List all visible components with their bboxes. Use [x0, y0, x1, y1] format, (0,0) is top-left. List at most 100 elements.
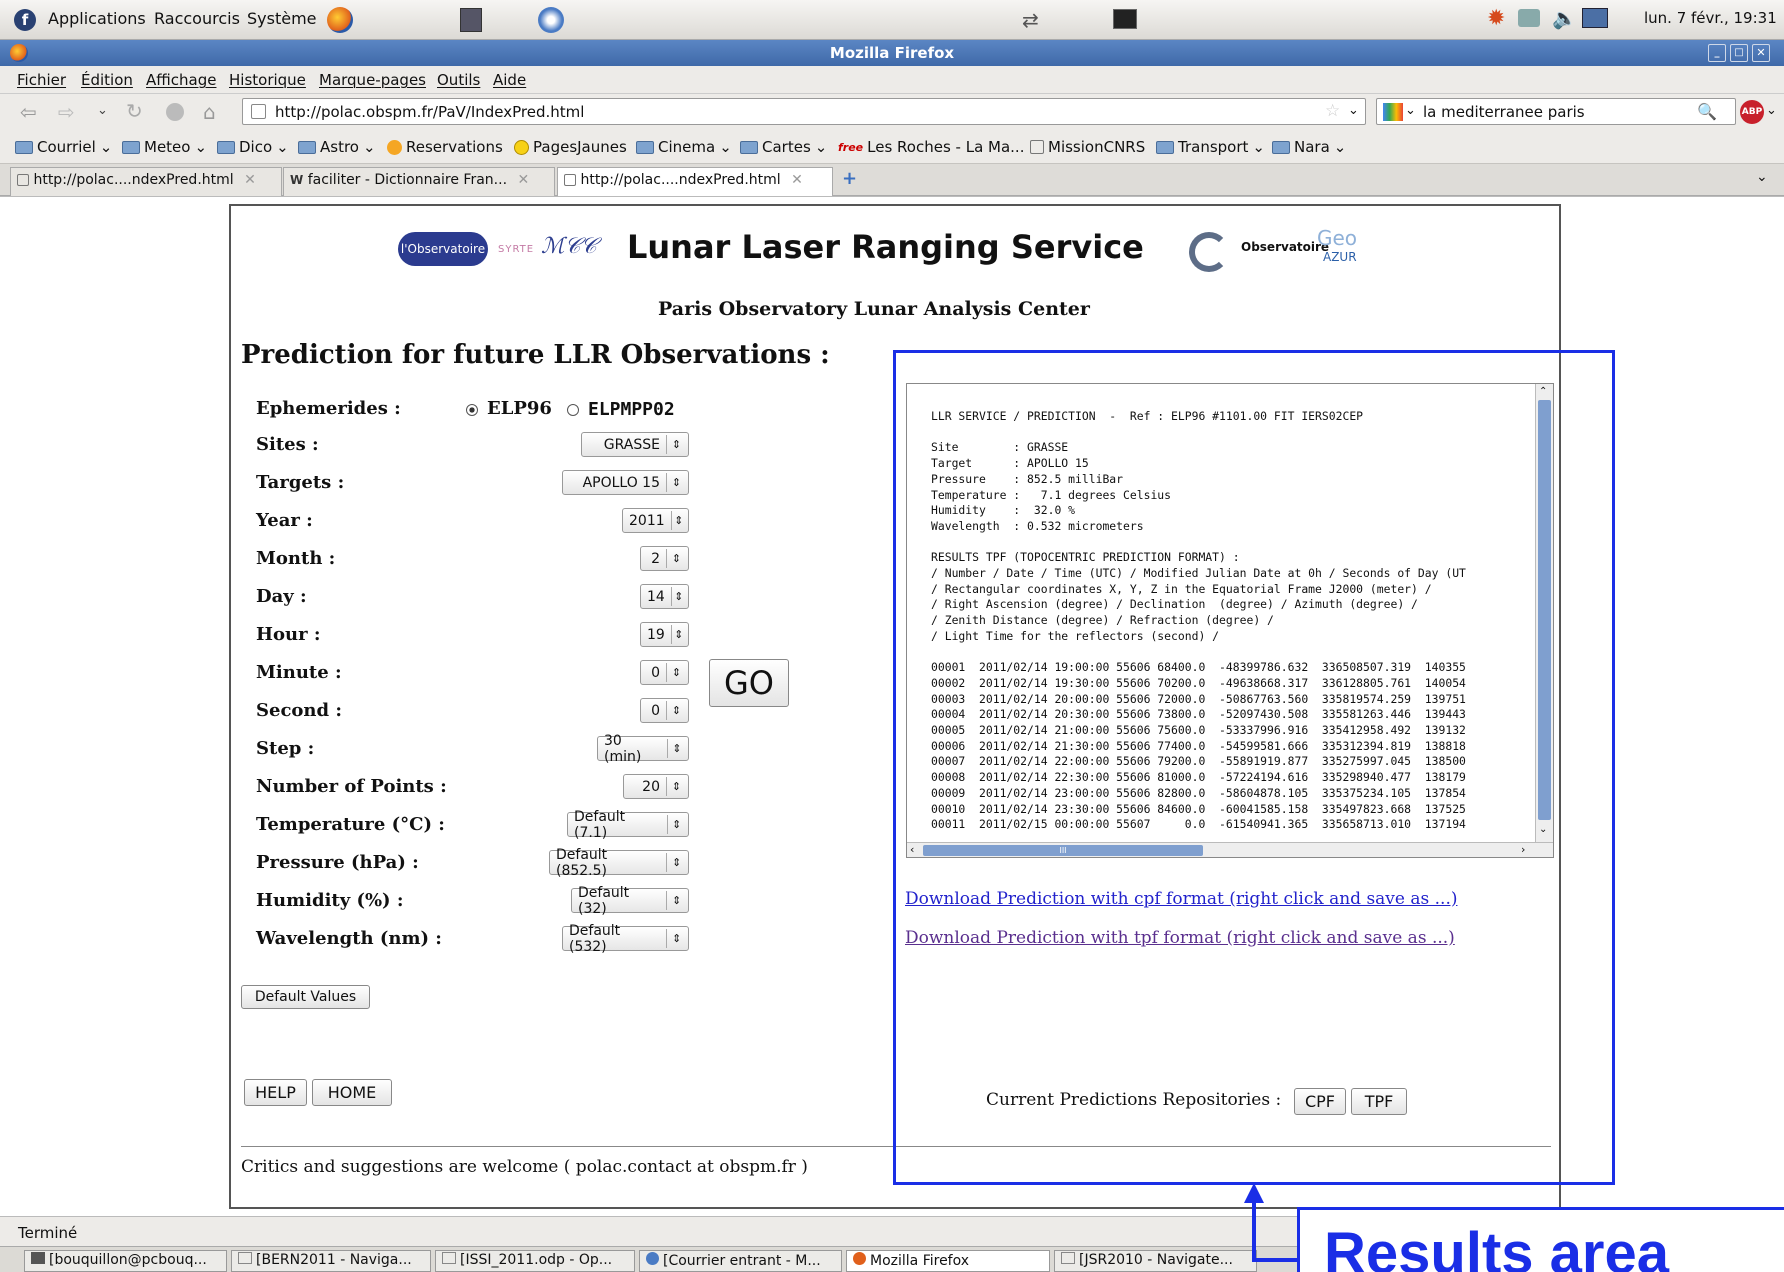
minimize-button[interactable]: _ [1708, 44, 1726, 62]
bookmark-label: Nara [1294, 138, 1330, 156]
day-select[interactable]: 14 ⇕ [640, 584, 689, 609]
default-values-button[interactable]: Default Values [241, 985, 370, 1009]
radio-elpmpp02[interactable] [567, 404, 579, 416]
menu-marque-pages[interactable]: Marque-pages [319, 71, 426, 89]
menu-fichier[interactable]: Fichier [17, 71, 66, 89]
wavelength-select[interactable]: Default (532) ⇕ [562, 923, 689, 955]
close-tab-icon[interactable]: ✕ [791, 172, 803, 188]
back-icon[interactable]: ⇦ [20, 100, 37, 124]
menu-edition[interactable]: Édition [81, 71, 133, 89]
go-button[interactable]: GO [709, 659, 789, 707]
home-button[interactable]: HOME [312, 1079, 392, 1106]
maximize-button[interactable]: □ [1730, 44, 1748, 62]
select-value: 20 [642, 778, 660, 795]
menu-historique[interactable]: Historique [229, 71, 306, 89]
bookmark-les-roches[interactable]: free Les Roches - La Ma... [838, 138, 1024, 156]
systeme-menu[interactable]: Système [247, 9, 317, 28]
step-label: Step : [256, 738, 315, 759]
home-icon[interactable]: ⌂ [203, 100, 216, 124]
calculator-icon[interactable] [460, 8, 482, 32]
targets-select[interactable]: APOLLO 15 ⇕ [562, 470, 689, 495]
tab-polac-2[interactable]: http://polac....ndexPred.html ✕ [557, 167, 833, 196]
adblock-icon[interactable]: ABP [1740, 100, 1764, 124]
applications-menu[interactable]: Applications [48, 9, 146, 28]
search-bar[interactable]: ⌄ la mediterranee paris 🔍 [1376, 98, 1736, 125]
tab-polac-1[interactable]: http://polac....ndexPred.html ✕ [10, 167, 282, 196]
chevron-down-icon: ⌄ [362, 138, 376, 156]
close-button[interactable]: ✕ [1752, 44, 1770, 62]
select-value: Default (7.1) [574, 808, 626, 841]
select-value: 19 [647, 626, 665, 643]
bookmark-missioncnrs[interactable]: MissionCNRS [1030, 138, 1145, 156]
free-icon: free [838, 140, 864, 154]
history-dropdown-icon[interactable]: ⌄ [97, 103, 108, 118]
bookmark-meteo[interactable]: Meteo ⌄ [122, 138, 207, 156]
new-tab-icon[interactable]: + [842, 168, 857, 189]
temperature-select[interactable]: Default (7.1) ⇕ [567, 809, 689, 841]
humidity-label: Humidity (%) : [256, 890, 404, 911]
stop-icon[interactable] [166, 103, 184, 121]
close-tab-icon[interactable]: ✕ [517, 172, 529, 188]
tab-bar: http://polac....ndexPred.html ✕ W facili… [0, 164, 1784, 196]
taskbar-courrier[interactable]: [Courrier entrant - M... [639, 1250, 842, 1272]
url-bar[interactable]: http://polac.obspm.fr/PaV/IndexPred.html… [242, 98, 1366, 125]
close-tab-icon[interactable]: ✕ [244, 172, 256, 188]
reload-icon[interactable]: ↻ [126, 99, 143, 123]
help-button[interactable]: HELP [244, 1079, 307, 1106]
sites-select[interactable]: GRASSE ⇕ [581, 432, 689, 457]
select-value: Default (532) [569, 922, 621, 955]
network-icon[interactable] [1518, 9, 1540, 27]
menu-aide[interactable]: Aide [493, 71, 526, 89]
taskbar-issi2011[interactable]: [ISSI_2011.odp - Op... [435, 1250, 635, 1272]
display-icon[interactable] [1582, 8, 1608, 28]
year-select[interactable]: 2011 ⇕ [622, 508, 689, 533]
forward-icon[interactable]: ⇨ [58, 100, 75, 124]
hour-select[interactable]: 19 ⇕ [640, 622, 689, 647]
help-label: HELP [255, 1083, 296, 1102]
taskbar-firefox[interactable]: Mozilla Firefox [846, 1250, 1050, 1272]
fedora-icon[interactable]: f [14, 9, 36, 31]
pressure-select[interactable]: Default (852.5) ⇕ [549, 847, 689, 879]
step-select[interactable]: 30 (min) ⇕ [597, 733, 689, 765]
bookmark-reservations[interactable]: Reservations [387, 138, 503, 156]
bookmark-cinema[interactable]: Cinema ⌄ [636, 138, 732, 156]
update-notifier-icon[interactable]: ✹ [1487, 6, 1505, 31]
google-icon[interactable] [1383, 103, 1403, 121]
network-sync-icon[interactable]: ⇄ [1022, 8, 1039, 32]
menu-affichage[interactable]: Affichage [146, 71, 216, 89]
terminal-icon[interactable] [1113, 9, 1137, 29]
bookmark-courriel[interactable]: Courriel ⌄ [15, 138, 112, 156]
bookmark-astro[interactable]: Astro ⌄ [298, 138, 376, 156]
clock[interactable]: lun. 7 févr., 19:31 [1644, 9, 1777, 27]
taskbar-terminal[interactable]: [bouquillon@pcbouq... [24, 1250, 227, 1272]
raccourcis-menu[interactable]: Raccourcis [154, 9, 240, 28]
minute-select[interactable]: 0 ⇕ [640, 660, 689, 685]
bookmark-pagesjaunes[interactable]: PagesJaunes [514, 138, 627, 156]
volume-icon[interactable]: 🔈 [1552, 6, 1577, 30]
thunderbird-icon[interactable] [538, 7, 564, 33]
bookmark-transport[interactable]: Transport ⌄ [1156, 138, 1265, 156]
tab-list-icon[interactable]: ⌄ [1756, 169, 1768, 185]
url-dropdown-icon[interactable]: ⌄ [1348, 103, 1359, 118]
tab-faciliter[interactable]: W faciliter - Dictionnaire Fran... ✕ [283, 167, 555, 196]
bookmark-star-icon[interactable]: ☆ [1325, 101, 1340, 121]
taskbar-jsr2010[interactable]: [JSR2010 - Navigate... [1054, 1250, 1257, 1272]
menu-outils[interactable]: Outils [437, 71, 480, 89]
adblock-dropdown-icon[interactable]: ⌄ [1766, 103, 1777, 118]
page-favicon-icon [251, 104, 266, 119]
month-select[interactable]: 2 ⇕ [640, 546, 689, 571]
terminal-icon [31, 1252, 45, 1264]
taskbar-bern2011[interactable]: [BERN2011 - Naviga... [231, 1250, 431, 1272]
search-engine-dropdown-icon[interactable]: ⌄ [1405, 103, 1416, 118]
search-icon[interactable]: 🔍 [1697, 102, 1717, 121]
humidity-select[interactable]: Default (32) ⇕ [571, 885, 689, 917]
page-favicon-icon [17, 174, 29, 186]
second-select[interactable]: 0 ⇕ [640, 698, 689, 723]
geoazur-logo: Geo AZUR [1317, 226, 1357, 264]
bookmark-cartes[interactable]: Cartes ⌄ [740, 138, 827, 156]
number-of-points-select[interactable]: 20 ⇕ [623, 774, 689, 799]
bookmark-dico[interactable]: Dico ⌄ [217, 138, 289, 156]
firefox-launcher-icon[interactable] [327, 7, 353, 33]
bookmark-nara[interactable]: Nara ⌄ [1272, 138, 1346, 156]
radio-elp96[interactable] [466, 404, 478, 416]
